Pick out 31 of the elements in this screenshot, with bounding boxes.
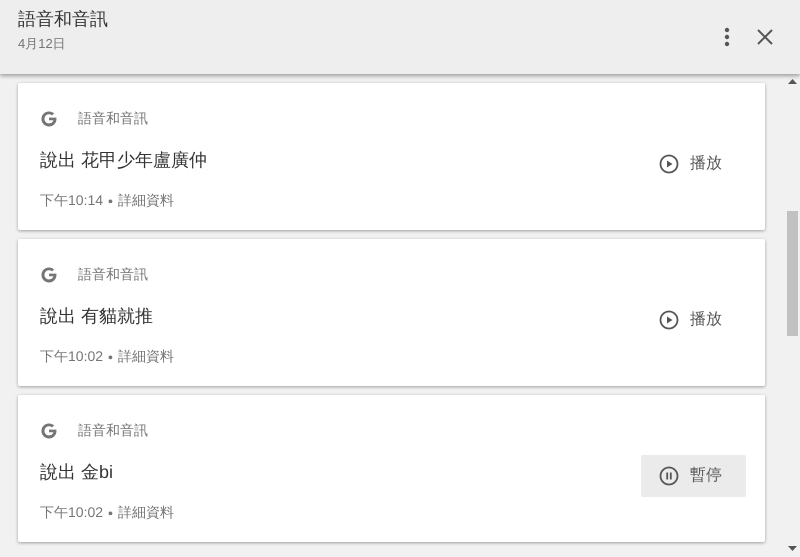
activity-time: 下午10:02 — [40, 348, 104, 366]
play-button[interactable]: 播放 — [641, 298, 746, 340]
app-name: 語音和音訊 — [78, 110, 148, 128]
more-vertical-icon — [724, 27, 730, 47]
details-link[interactable]: 詳細資料 — [118, 504, 174, 522]
details-link[interactable]: 詳細資料 — [118, 348, 174, 366]
date-subtitle: 4月12日 — [18, 35, 67, 53]
window-title: 語音和音訊 — [18, 8, 109, 31]
app-name: 語音和音訊 — [78, 266, 148, 284]
separator-dot: • — [108, 192, 113, 208]
pause-icon — [659, 466, 679, 486]
activity-time: 下午10:02 — [40, 504, 104, 522]
activity-title: 說出 花甲少年盧廣仲 — [40, 148, 208, 172]
play-icon — [659, 154, 679, 174]
details-link[interactable]: 詳細資料 — [118, 192, 174, 210]
play-icon — [659, 310, 679, 330]
g-logo-icon — [40, 422, 58, 440]
play-button[interactable]: 播放 — [641, 142, 746, 184]
separator-dot: • — [108, 348, 113, 364]
pause-button[interactable]: 暫停 — [641, 454, 746, 496]
activity-title: 說出 有貓就推 — [40, 304, 154, 328]
activity-time: 下午10:14 — [40, 192, 104, 210]
close-icon — [756, 28, 774, 46]
scroll-down-arrow-icon[interactable] — [788, 546, 797, 551]
app-name: 語音和音訊 — [78, 422, 148, 440]
scrollbar-thumb[interactable] — [787, 211, 798, 336]
activity-title: 說出 金bi — [40, 460, 114, 484]
g-logo-icon — [40, 266, 58, 284]
separator-dot: • — [108, 504, 113, 520]
g-logo-icon — [40, 110, 58, 128]
scroll-up-arrow-icon[interactable] — [788, 79, 797, 84]
